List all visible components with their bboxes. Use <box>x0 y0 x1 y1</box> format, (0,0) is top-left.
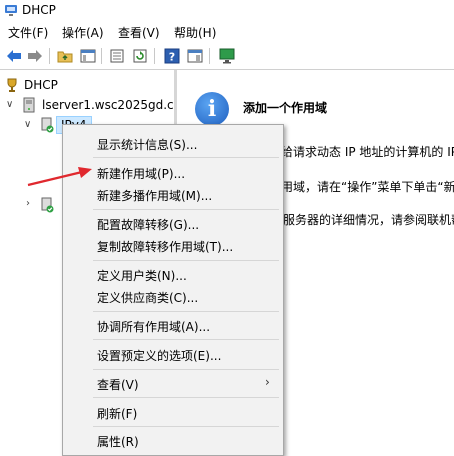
forward-arrow-icon[interactable] <box>25 46 45 66</box>
server-icon <box>23 97 35 113</box>
ipv6-node-icon <box>41 197 54 213</box>
dhcp-trophy-icon <box>7 78 17 92</box>
menu-item-view[interactable]: 查看(V) <box>97 376 139 393</box>
menu-action[interactable]: 操作(A) <box>62 24 104 41</box>
chevron-down-icon[interactable]: ∨ <box>24 120 34 130</box>
refresh-icon[interactable] <box>130 46 150 66</box>
menu-item-define-vendor-classes[interactable]: 定义供应商类(C)... <box>97 289 198 306</box>
up-folder-icon[interactable] <box>55 46 75 66</box>
monitor-icon[interactable] <box>217 46 237 66</box>
menu-item-new-multicast-scope[interactable]: 新建多播作用域(M)... <box>97 187 212 204</box>
details-heading: 添加一个作用域 <box>243 101 328 115</box>
menu-item-define-user-classes[interactable]: 定义用户类(N)... <box>97 267 187 284</box>
menu-help[interactable]: 帮助(H) <box>174 24 216 41</box>
svg-text:?: ? <box>169 51 175 64</box>
menu-item-reconcile-all-scopes[interactable]: 协调所有作用域(A)... <box>97 318 210 335</box>
info-icon: i <box>195 92 229 126</box>
toolbar: ? <box>0 42 454 69</box>
help-icon[interactable]: ? <box>162 46 182 66</box>
title-bar: DHCP <box>0 0 454 20</box>
menu-item-refresh[interactable]: 刷新(F) <box>97 405 137 422</box>
menu-item-show-statistics[interactable]: 显示统计信息(S)... <box>97 136 197 153</box>
export-list-icon[interactable] <box>107 46 127 66</box>
submenu-arrow-icon: › <box>265 375 270 389</box>
menu-item-replicate-failover-scopes[interactable]: 复制故障转移作用域(T)... <box>97 238 233 255</box>
menu-item-properties[interactable]: 属性(R) <box>97 433 139 450</box>
menu-item-configure-failover[interactable]: 配置故障转移(G)... <box>97 216 199 233</box>
dhcp-app-icon <box>5 5 17 16</box>
back-arrow-icon[interactable] <box>4 46 24 66</box>
menu-view[interactable]: 查看(V) <box>118 24 160 41</box>
menu-bar: 文件(F) 操作(A) 查看(V) 帮助(H) <box>0 20 454 42</box>
details-text-line-1: 给请求动态 IP 地址的计算机的 IP <box>281 145 454 159</box>
show-hide-tree-icon[interactable] <box>78 46 98 66</box>
tree-item-server[interactable]: ∨ lserver1.wsc2025gd.cl <box>4 96 174 114</box>
chevron-down-icon[interactable]: ∨ <box>6 100 16 110</box>
tree-label-server: lserver1.wsc2025gd.cl <box>42 98 174 112</box>
window-title: DHCP <box>22 3 56 17</box>
menu-file[interactable]: 文件(F) <box>8 24 48 41</box>
ipv4-node-icon <box>41 117 54 133</box>
menu-item-new-scope[interactable]: 新建作用域(P)... <box>97 165 185 182</box>
chevron-right-icon[interactable]: › <box>26 199 36 209</box>
menu-item-set-predefined-options[interactable]: 设置预定义的选项(E)... <box>97 347 221 364</box>
details-text-line-3: 服务器的详细情况，请参阅联机帮 <box>283 213 454 227</box>
tree-label-dhcp: DHCP <box>24 78 58 92</box>
context-menu: 显示统计信息(S)... 新建作用域(P)... 新建多播作用域(M)... 配… <box>62 124 284 456</box>
details-text-line-2: 用域，请在“操作”菜单下单击“新建 <box>281 180 454 194</box>
properties-pane-icon[interactable] <box>185 46 205 66</box>
